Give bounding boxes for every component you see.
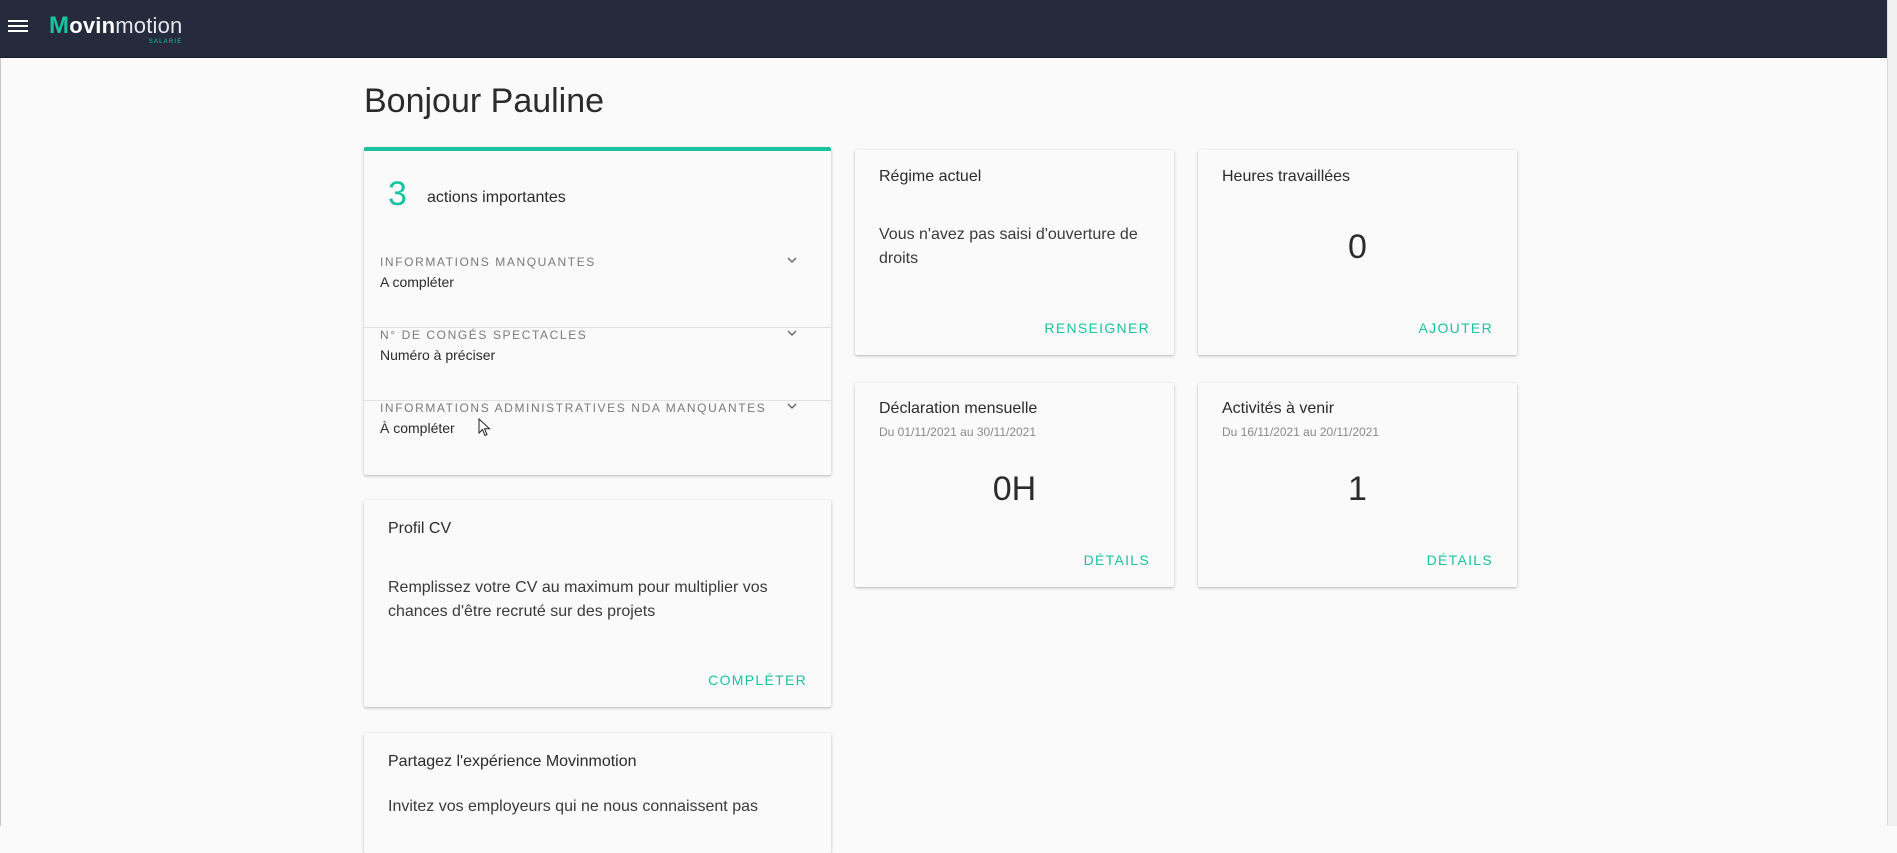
important-actions-card: 3 actions importantes Informations manqu…	[364, 147, 831, 475]
actions-count: 3	[388, 175, 407, 213]
action-item-name: Informations administratives NDA manquan…	[380, 401, 767, 415]
regime-text-line1: Vous n'avez pas saisi d'ouverture de	[879, 226, 1138, 243]
profil-cv-card: Profil CV Remplissez votre CV au maximum…	[364, 500, 831, 707]
regime-actuel-card: Régime actuel Vous n'avez pas saisi d'ou…	[855, 150, 1174, 355]
declaration-title: Déclaration mensuelle	[879, 400, 1038, 417]
action-item-status: Numéro à préciser	[380, 347, 496, 363]
completer-button[interactable]: COMPLÉTER	[708, 672, 807, 688]
heures-title: Heures travaillées	[1222, 168, 1351, 185]
vertical-scrollbar[interactable]	[1887, 0, 1897, 826]
menu-icon[interactable]	[8, 17, 28, 35]
declaration-details-button[interactable]: DÉTAILS	[1084, 552, 1150, 568]
chevron-down-icon[interactable]	[787, 255, 797, 265]
chevron-down-icon[interactable]	[787, 401, 797, 411]
declaration-mensuelle-card: Déclaration mensuelle Du 01/11/2021 au 3…	[855, 383, 1174, 587]
page-title: Bonjour Pauline	[364, 82, 605, 120]
regime-text-line2: droits	[879, 250, 919, 267]
chevron-down-icon[interactable]	[787, 328, 797, 338]
profil-cv-title: Profil CV	[388, 520, 452, 537]
logo-thin: motion	[115, 13, 183, 38]
action-item-conges-spectacles[interactable]: N° de congés spectacles Numéro à précise…	[364, 328, 831, 401]
heures-value: 0	[1348, 228, 1367, 266]
mouse-cursor-icon	[478, 418, 491, 437]
action-item-name: Informations manquantes	[380, 255, 596, 269]
movinmotion-logo[interactable]: M ovin motion SALARIÉ	[49, 12, 183, 46]
regime-title: Régime actuel	[879, 168, 982, 185]
window-edge	[0, 58, 1, 826]
declaration-value: 0H	[992, 470, 1037, 508]
activites-title: Activités à venir	[1222, 400, 1335, 417]
logo-subtitle: SALARIÉ	[148, 39, 183, 45]
heures-travaillees-card: Heures travaillées 0 AJOUTER	[1198, 150, 1517, 355]
action-item-status: À compléter	[380, 420, 455, 436]
activites-a-venir-card: Activités à venir Du 16/11/2021 au 20/11…	[1198, 383, 1517, 587]
ajouter-button[interactable]: AJOUTER	[1419, 320, 1493, 336]
activites-value: 1	[1348, 470, 1367, 508]
action-item-name: N° de congés spectacles	[380, 328, 588, 342]
partage-title: Partagez l'expérience Movinmotion	[388, 753, 637, 770]
logo-bold: ovin	[69, 13, 116, 38]
activites-details-button[interactable]: DÉTAILS	[1427, 552, 1493, 568]
action-item-status: A compléter	[380, 274, 454, 290]
renseigner-button[interactable]: RENSEIGNER	[1044, 320, 1150, 336]
actions-label: actions importantes	[427, 189, 566, 206]
partage-card: Partagez l'expérience Movinmotion Invite…	[364, 733, 831, 853]
activites-period: Du 16/11/2021 au 20/11/2021	[1222, 425, 1380, 439]
action-item-nda-manquantes[interactable]: Informations administratives NDA manquan…	[364, 401, 831, 474]
profil-cv-text-line2: chances d'être recruté sur des projets	[388, 603, 656, 620]
partage-text-line1: Invitez vos employeurs qui ne nous conna…	[388, 798, 758, 815]
logo-mark: M	[49, 12, 70, 39]
profil-cv-text-line1: Remplissez votre CV au maximum pour mult…	[388, 579, 768, 596]
top-app-bar: M ovin motion SALARIÉ	[0, 0, 1887, 58]
declaration-period: Du 01/11/2021 au 30/11/2021	[879, 425, 1037, 439]
action-item-informations-manquantes[interactable]: Informations manquantes A compléter	[364, 255, 831, 328]
